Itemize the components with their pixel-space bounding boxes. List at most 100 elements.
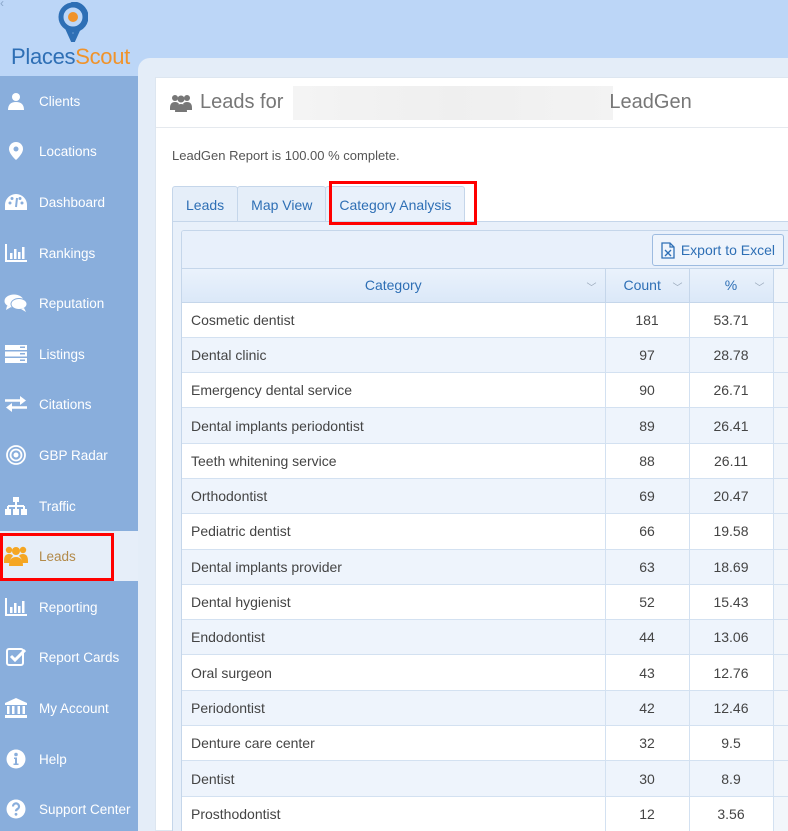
table-row[interactable]: Prosthodontist 12 3.56 [182, 796, 788, 831]
category-cell: Cosmetic dentist [182, 302, 606, 338]
sidebar-item-label: Reporting [39, 599, 98, 615]
sidebar-item-support-center[interactable]: Support Center [0, 784, 138, 831]
table-row[interactable]: Emergency dental service 90 26.71 [182, 372, 788, 409]
sidebar-item-dashboard[interactable]: Dashboard [0, 177, 138, 227]
sidebar-item-listings[interactable]: Listings [0, 329, 138, 379]
scrollbar-track[interactable] [773, 478, 788, 515]
table-row[interactable]: Dentist 30 8.9 [182, 760, 788, 797]
table-row[interactable]: Dental implants periodontist 89 26.41 [182, 407, 788, 444]
comments-icon [1, 294, 31, 312]
count-cell: 12 [605, 796, 690, 831]
category-cell: Oral surgeon [182, 654, 606, 691]
sidebar-item-traffic[interactable]: Traffic [0, 481, 138, 531]
scrollbar-track[interactable] [773, 796, 788, 831]
count-cell: 97 [605, 337, 690, 374]
table-row[interactable]: Dental clinic 97 28.78 [182, 337, 788, 374]
category-cell: Orthodontist [182, 478, 606, 515]
count-cell: 90 [605, 372, 690, 409]
excel-file-icon [661, 241, 675, 259]
category-grid: Export to Excel Category ﹀ Count ﹀ % ﹀ Cosm… [181, 230, 788, 831]
sidebar-item-label: Dashboard [39, 194, 106, 210]
bank-icon [1, 698, 31, 718]
exchange-icon [1, 396, 31, 412]
sidebar-item-locations[interactable]: Locations [0, 126, 138, 176]
tab-content: Export to Excel Category ﹀ Count ﹀ % ﹀ Cosm… [172, 221, 788, 831]
scrollbar-track[interactable] [773, 619, 788, 656]
category-cell: Dental hygienist [182, 584, 606, 621]
table-row[interactable]: Denture care center 32 9.5 [182, 725, 788, 762]
scrollbar-track[interactable] [773, 654, 788, 691]
table-row[interactable]: Dental hygienist 52 15.43 [182, 584, 788, 621]
column-header-count[interactable]: Count ﹀ [605, 269, 690, 303]
category-cell: Prosthodontist [182, 796, 606, 831]
scrollbar-track[interactable] [773, 443, 788, 479]
category-cell: Dentist [182, 760, 606, 797]
sidebar-item-my-account[interactable]: My Account [0, 683, 138, 733]
logo-text: PlacesScout [11, 44, 130, 69]
scrollbar-track[interactable] [773, 690, 788, 727]
scrollbar-track[interactable] [773, 549, 788, 585]
percent-cell: 9.5 [689, 725, 774, 762]
percent-cell: 3.56 [689, 796, 774, 831]
scrollbar-track[interactable] [773, 372, 788, 409]
scrollbar-track[interactable] [773, 513, 788, 550]
table-row[interactable]: Pediatric dentist 66 19.58 [182, 513, 788, 550]
sidebar-item-clients[interactable]: Clients [0, 76, 138, 126]
table-row[interactable]: Dental implants provider 63 18.69 [182, 549, 788, 585]
tab-map-view[interactable]: Map View [237, 186, 327, 222]
scrollbar-track[interactable] [773, 337, 788, 374]
page-title: Leads for LeadGen [156, 78, 788, 128]
table-row[interactable]: Orthodontist 69 20.47 [182, 478, 788, 515]
sidebar-item-label: Traffic [39, 498, 76, 514]
scrollbar-track[interactable] [773, 407, 788, 444]
category-table: Category ﹀ Count ﹀ % ﹀ Cosmetic dentist 181 5… [182, 269, 788, 831]
sidebar-item-label: GBP Radar [39, 447, 108, 463]
table-row[interactable]: Teeth whitening service 88 26.11 [182, 443, 788, 479]
scrollbar-track[interactable] [773, 302, 788, 338]
percent-cell: 20.47 [689, 478, 774, 515]
count-cell: 52 [605, 584, 690, 621]
sidebar-item-reporting[interactable]: Reporting [0, 582, 138, 632]
sort-chevron-icon[interactable]: ﹀ [755, 279, 765, 294]
sidebar-item-gbp-radar[interactable]: GBP Radar [0, 430, 138, 480]
table-row[interactable]: Cosmetic dentist 181 53.71 [182, 302, 788, 338]
report-status: LeadGen Report is 100.00 % complete. [172, 148, 400, 163]
tab-leads[interactable]: Leads [172, 186, 239, 222]
scrollbar-track[interactable] [773, 725, 788, 762]
sidebar-item-leads[interactable]: Leads [0, 531, 138, 581]
places-scout-logo[interactable]: PlacesScout [8, 0, 130, 72]
sidebar-item-reputation[interactable]: Reputation [0, 278, 138, 328]
percent-cell: 26.11 [689, 443, 774, 479]
tab-category-analysis[interactable]: Category Analysis [325, 186, 466, 222]
scrollbar-track[interactable] [773, 760, 788, 797]
count-cell: 88 [605, 443, 690, 479]
users-icon [1, 546, 31, 566]
server-icon [1, 345, 31, 363]
sidebar-item-label: Help [39, 751, 67, 767]
sidebar-item-label: Citations [39, 396, 92, 412]
column-header-percent[interactable]: % ﹀ [689, 269, 774, 303]
export-label: Export to Excel [680, 242, 775, 258]
table-row[interactable]: Periodontist 42 12.46 [182, 690, 788, 727]
table-row[interactable]: Oral surgeon 43 12.76 [182, 654, 788, 691]
export-to-excel-button[interactable]: Export to Excel [651, 234, 784, 266]
scrollbar-track[interactable] [773, 584, 788, 621]
percent-cell: 26.41 [689, 407, 774, 444]
column-header-category[interactable]: Category ﹀ [182, 269, 606, 303]
sidebar-item-label: Reputation [39, 295, 105, 311]
sidebar-item-rankings[interactable]: Rankings [0, 228, 138, 278]
sidebar-item-report-cards[interactable]: Report Cards [0, 632, 138, 682]
map-marker-icon [1, 142, 31, 160]
category-cell: Dental clinic [182, 337, 606, 374]
percent-cell: 53.71 [689, 302, 774, 338]
sidebar-item-label: Clients [39, 93, 81, 109]
sort-chevron-icon[interactable]: ﹀ [673, 279, 683, 294]
table-row[interactable]: Endodontist 44 13.06 [182, 619, 788, 656]
sidebar-item-citations[interactable]: Citations [0, 379, 138, 429]
sort-chevron-icon[interactable]: ﹀ [587, 279, 597, 294]
info-circle-icon [1, 749, 31, 769]
redacted-client-name [293, 85, 614, 120]
sidebar-item-help[interactable]: Help [0, 734, 138, 784]
back-chevron-icon[interactable]: ‹ [0, 0, 4, 10]
sidebar-item-label: Leads [39, 548, 76, 564]
